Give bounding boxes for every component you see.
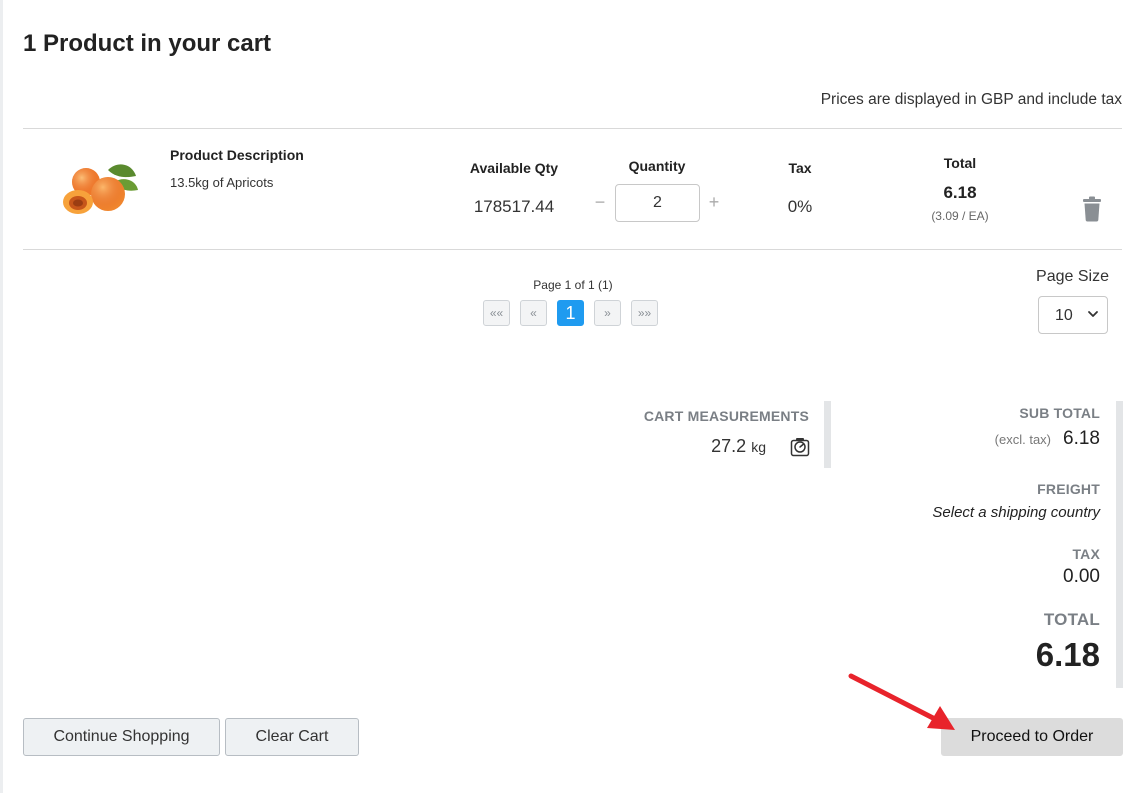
- quantity-decrement-button[interactable]: −: [590, 192, 610, 213]
- unit-price: (3.09 / EA): [931, 209, 989, 223]
- page-size-label: Page Size: [1036, 268, 1109, 285]
- product-image[interactable]: [56, 160, 142, 222]
- continue-shopping-button[interactable]: Continue Shopping: [23, 718, 220, 756]
- cart-measurements-value: 27.2 kg: [600, 436, 766, 457]
- first-page-button[interactable]: ««: [483, 300, 510, 326]
- trash-icon[interactable]: [1080, 196, 1104, 222]
- excl-tax-note: (excl. tax): [994, 432, 1051, 447]
- freight-value: Select a shipping country: [932, 504, 1100, 521]
- page-info: Page 1 of 1 (1): [533, 278, 613, 292]
- freight-label: FREIGHT: [1037, 481, 1100, 497]
- quantity-input[interactable]: [615, 184, 700, 222]
- proceed-to-order-button[interactable]: Proceed to Order: [941, 718, 1123, 756]
- summary-total-label: TOTAL: [1043, 610, 1100, 629]
- tax-value: 0%: [787, 197, 813, 216]
- quantity-label: Quantity: [628, 158, 686, 174]
- product-description-heading: Product Description: [170, 147, 304, 163]
- divider-top: [23, 128, 1122, 129]
- weight-value: 27.2: [711, 436, 747, 456]
- summary-divider: [1116, 401, 1123, 688]
- cart-measurements-title: CART MEASUREMENTS: [643, 408, 809, 424]
- clear-cart-button[interactable]: Clear Cart: [225, 718, 359, 756]
- measurements-divider: [824, 401, 831, 468]
- product-description: 13.5kg of Apricots: [170, 175, 274, 190]
- prices-note: Prices are displayed in GBP and include …: [820, 91, 1122, 108]
- weight-unit: kg: [751, 439, 766, 455]
- page-title: 1 Product in your cart: [23, 30, 272, 57]
- current-page-button[interactable]: 1: [557, 300, 584, 326]
- divider-bottom: [23, 249, 1122, 250]
- line-total-label: Total: [943, 155, 977, 171]
- summary-total-value: 6.18: [1035, 636, 1100, 673]
- next-page-button[interactable]: »: [594, 300, 621, 326]
- previous-page-button[interactable]: «: [520, 300, 547, 326]
- subtotal-label: SUB TOTAL: [1019, 405, 1100, 421]
- quantity-increment-button[interactable]: +: [704, 192, 724, 213]
- available-qty-label: Available Qty: [469, 160, 559, 176]
- tax-label: Tax: [788, 160, 812, 176]
- left-rail: [0, 0, 3, 793]
- scale-icon: [790, 438, 810, 457]
- last-page-button[interactable]: »»: [631, 300, 658, 326]
- available-qty-value: 178517.44: [473, 197, 555, 216]
- summary-tax-value: 0.00: [1063, 566, 1100, 587]
- page-size-select[interactable]: 10: [1038, 296, 1108, 334]
- summary-tax-label: TAX: [1072, 546, 1100, 562]
- subtotal-value: 6.18: [1063, 428, 1100, 449]
- annotation-arrow-icon: [848, 673, 955, 730]
- line-total-value: 6.18: [943, 183, 977, 202]
- chevron-down-icon: [1088, 311, 1098, 317]
- page-size-value: 10: [1055, 307, 1073, 324]
